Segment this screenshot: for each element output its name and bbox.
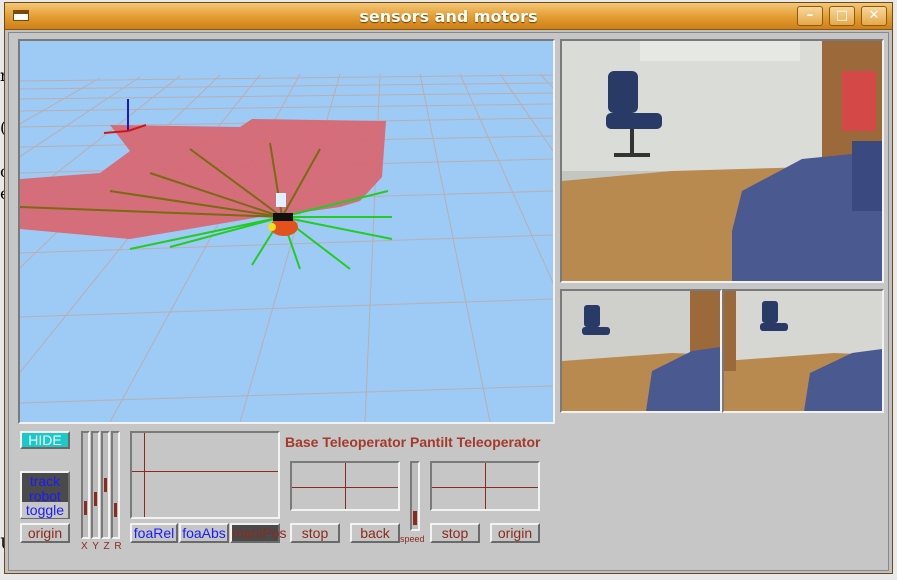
mani-pos-button[interactable]: maniPos (230, 523, 286, 543)
pantilt-origin-button[interactable]: origin (490, 523, 540, 543)
z-slider-knob[interactable] (104, 478, 107, 492)
foa-abs-button[interactable]: foaAbs (179, 523, 229, 543)
x-slider[interactable] (81, 431, 90, 539)
track-label: track (29, 473, 61, 489)
camera-right-image (724, 291, 882, 411)
track-robot-toggle[interactable]: track robot toggle (20, 471, 70, 519)
base-stop-button[interactable]: stop (290, 523, 340, 543)
speed-label: speed (400, 534, 425, 544)
pantilt-teleop-pad[interactable] (430, 461, 540, 511)
teleop-header: Base Teleoperator Pantilt Teleoperator (285, 434, 541, 450)
maximize-icon: □ (835, 8, 849, 23)
close-button[interactable]: ✕ (861, 6, 887, 26)
close-icon: ✕ (868, 8, 880, 23)
y-slider[interactable] (91, 431, 100, 539)
speed-slider-knob[interactable] (413, 511, 417, 525)
hide-button[interactable]: HIDE (20, 431, 70, 449)
world-3d-view[interactable] (18, 39, 555, 424)
camera-main-image (562, 41, 882, 281)
z-slider[interactable] (101, 431, 110, 539)
pantilt-stop-button[interactable]: stop (430, 523, 480, 543)
camera-left-view[interactable] (560, 289, 722, 413)
camera-right-view[interactable] (722, 289, 884, 413)
toggle-label: toggle (22, 502, 68, 518)
y-slider-knob[interactable] (94, 492, 97, 506)
foa-pad[interactable] (130, 431, 280, 519)
occupied-region (20, 119, 386, 239)
pantilt-crosshair-v (485, 463, 486, 509)
r-slider-knob[interactable] (114, 503, 117, 517)
client-area: HIDE track robot toggle origin X Y Z R f… (8, 32, 889, 571)
minimize-button[interactable]: – (797, 6, 823, 26)
base-back-button[interactable]: back (350, 523, 400, 543)
base-crosshair-v (345, 463, 346, 509)
speed-slider[interactable] (410, 461, 420, 531)
foa-rel-button[interactable]: foaRel (130, 523, 178, 543)
foa-crosshair-h (132, 471, 278, 472)
x-slider-knob[interactable] (84, 501, 87, 515)
origin-button[interactable]: origin (20, 523, 70, 543)
foa-crosshair-v (144, 433, 145, 517)
maximize-button[interactable]: □ (829, 6, 855, 26)
xyzr-label: X Y Z R (81, 541, 123, 552)
window-title: sensors and motors (359, 7, 538, 26)
sensors-motors-window: sensors and motors – □ ✕ HIDE track robo… (4, 2, 893, 574)
world-3d-scene (20, 73, 553, 422)
camera-main-view[interactable] (560, 39, 884, 283)
minimize-icon: – (806, 8, 814, 23)
camera-left-image (562, 291, 720, 411)
titlebar[interactable]: sensors and motors – □ ✕ (5, 3, 892, 30)
r-slider[interactable] (111, 431, 120, 539)
base-teleop-pad[interactable] (290, 461, 400, 511)
